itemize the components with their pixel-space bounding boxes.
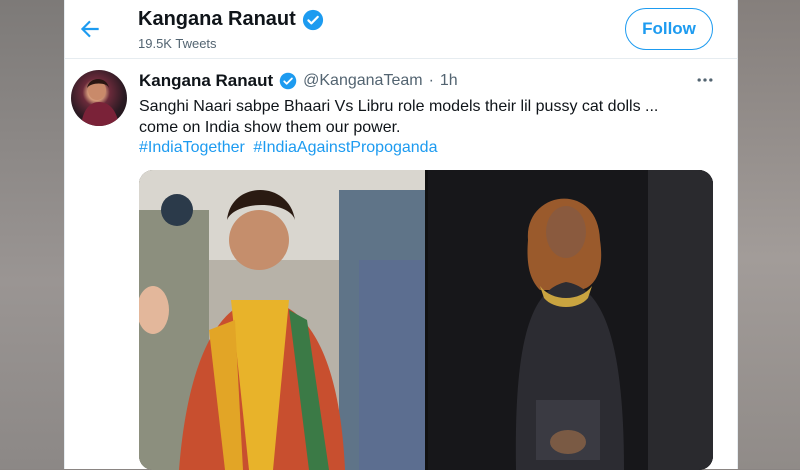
tweet-text-line: Sanghi Naari sabpe Bhaari Vs Libru role … (139, 98, 659, 115)
profile-name-row: Kangana Ranaut (138, 8, 324, 31)
background-right (736, 0, 800, 469)
media-image-left[interactable] (139, 170, 425, 470)
tweet-separator: · (428, 72, 434, 89)
background-left (0, 0, 64, 469)
more-horizontal-icon[interactable] (695, 70, 715, 90)
tweet-text: Sanghi Naari sabpe Bhaari Vs Libru role … (139, 96, 709, 138)
follow-button[interactable]: Follow (625, 8, 713, 50)
hashtag-link[interactable]: #IndiaAgainstPropoganda (253, 139, 437, 156)
arrow-left-icon[interactable] (77, 16, 103, 42)
tweet-count: 19.5K Tweets (138, 36, 217, 51)
media-image-right[interactable] (428, 170, 713, 470)
tweet-time[interactable]: 1h (440, 72, 458, 90)
profile-display-name: Kangana Ranaut (138, 8, 296, 30)
tweet-author-name[interactable]: Kangana Ranaut (139, 71, 273, 91)
tweet-media[interactable] (139, 170, 713, 470)
tweet-handle[interactable]: @KanganaTeam (303, 72, 422, 90)
tweet-author-row: Kangana Ranaut @KanganaTeam · 1h (139, 71, 458, 91)
avatar[interactable] (71, 70, 127, 126)
verified-badge-icon (279, 72, 297, 90)
hashtag-link[interactable]: #IndiaTogether (139, 139, 245, 156)
verified-badge-icon (302, 9, 323, 30)
profile-header: Kangana Ranaut 19.5K Tweets Follow (65, 0, 737, 59)
avatar-image (81, 79, 119, 126)
tweet-text-line: come on India show them our power. (139, 119, 401, 136)
tweet-panel: Kangana Ranaut 19.5K Tweets Follow Kanga… (64, 0, 738, 470)
tweet-hashtags: #IndiaTogether #IndiaAgainstPropoganda (139, 139, 441, 157)
